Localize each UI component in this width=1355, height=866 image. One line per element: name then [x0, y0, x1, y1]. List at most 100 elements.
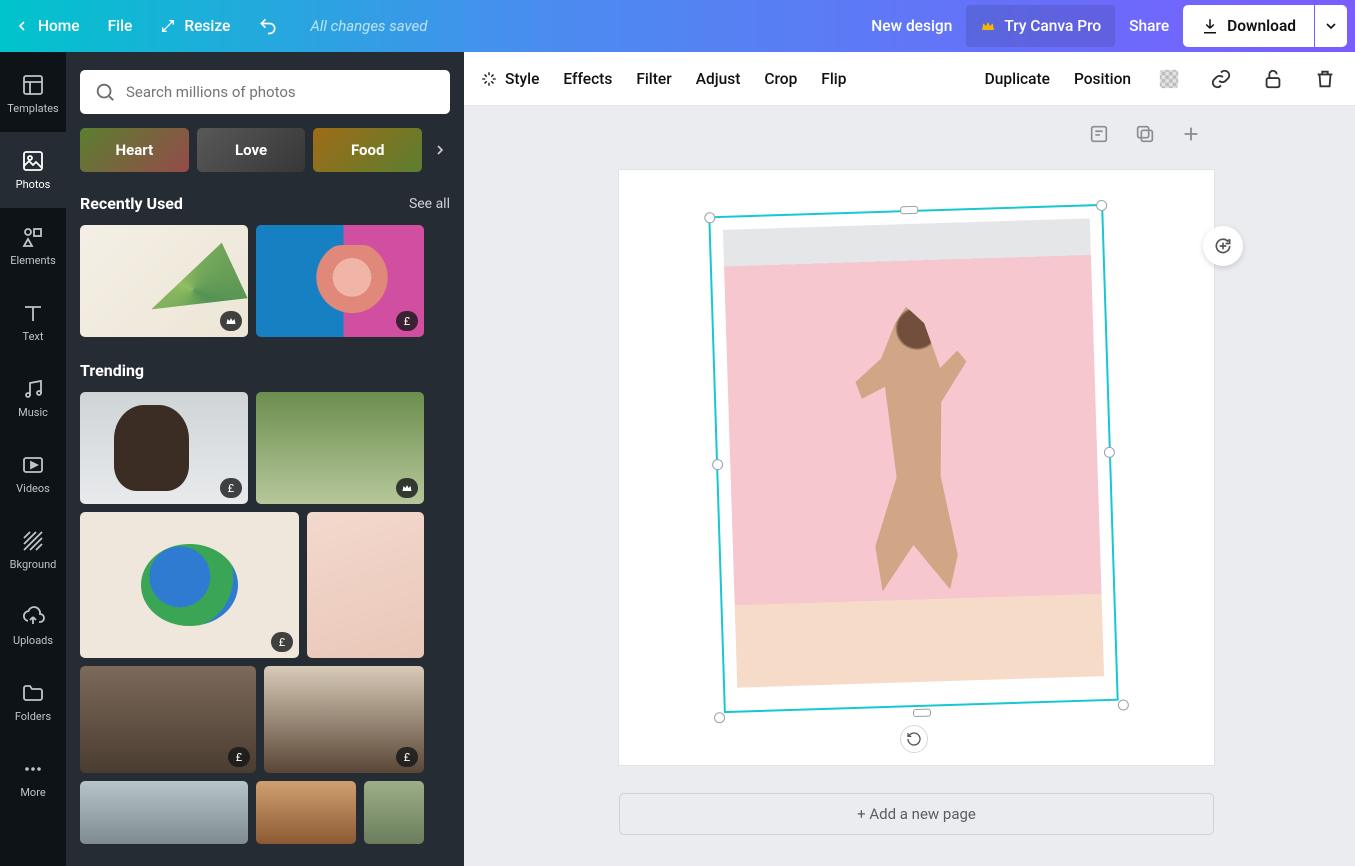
resize-handle-tl[interactable] — [704, 212, 715, 223]
try-pro-button[interactable]: Try Canva Pro — [966, 5, 1115, 47]
resize-handle-mt[interactable] — [900, 206, 918, 215]
premium-badge — [396, 478, 418, 498]
adjust-button[interactable]: Adjust — [696, 70, 741, 88]
effects-button[interactable]: Effects — [563, 70, 612, 88]
sidebar-item-elements[interactable]: Elements — [0, 208, 66, 284]
chevron-down-icon — [1323, 18, 1339, 34]
page-add-button[interactable] — [1177, 120, 1205, 148]
home-button[interactable]: Home — [0, 5, 94, 47]
category-pill-food[interactable]: Food — [313, 128, 422, 172]
quick-crop-button[interactable] — [1203, 226, 1243, 266]
sidebar-item-bkground[interactable]: Bkground — [0, 512, 66, 588]
duplicate-button[interactable]: Duplicate — [985, 70, 1050, 88]
more-icon — [21, 757, 45, 781]
file-menu[interactable]: File — [94, 5, 147, 47]
page-duplicate-button[interactable] — [1131, 120, 1159, 148]
templates-icon — [21, 73, 45, 97]
premium-badge — [220, 311, 242, 331]
selection-box — [708, 204, 1118, 713]
trending-photo-thumb[interactable] — [80, 781, 248, 844]
sidebar-item-folders[interactable]: Folders — [0, 664, 66, 740]
sidebar-item-uploads[interactable]: Uploads — [0, 588, 66, 664]
undo-button[interactable] — [244, 5, 292, 47]
trending-photo-thumb[interactable] — [307, 512, 424, 658]
resize-icon — [160, 18, 176, 34]
trending-photo-thumb[interactable] — [364, 781, 424, 844]
videos-icon — [21, 453, 45, 477]
elements-icon — [21, 225, 45, 249]
crown-icon — [980, 18, 996, 34]
folders-icon — [21, 681, 45, 705]
lock-button[interactable] — [1259, 65, 1287, 93]
trash-icon — [1314, 68, 1336, 90]
resize-handle-mr[interactable] — [1104, 446, 1115, 457]
copy-icon — [1134, 123, 1156, 145]
trending-photo-thumb[interactable]: £ — [80, 392, 248, 504]
photos-panel: Heart Love Food Recently Used See all £ … — [66, 52, 464, 866]
crop-button[interactable]: Crop — [764, 70, 797, 88]
paid-badge: £ — [396, 747, 418, 767]
refresh-icon — [1213, 236, 1233, 256]
trending-photo-thumb[interactable]: £ — [264, 666, 424, 773]
recent-heading: Recently Used — [80, 194, 183, 213]
paid-badge: £ — [271, 632, 293, 652]
search-icon — [94, 81, 116, 103]
link-button[interactable] — [1207, 65, 1235, 93]
category-pill-heart[interactable]: Heart — [80, 128, 189, 172]
trending-photo-thumb[interactable]: £ — [80, 512, 299, 658]
context-toolbar: Style Effects Filter Adjust Crop Flip Du… — [464, 52, 1355, 106]
paid-badge: £ — [396, 311, 418, 331]
uploads-icon — [21, 605, 45, 629]
delete-button[interactable] — [1311, 65, 1339, 93]
category-pill-love[interactable]: Love — [197, 128, 306, 172]
page-notes-button[interactable] — [1085, 120, 1113, 148]
filter-button[interactable]: Filter — [636, 70, 671, 88]
add-page-button[interactable]: + Add a new page — [619, 793, 1214, 835]
recent-photo-thumb[interactable] — [80, 225, 248, 337]
recent-photo-thumb[interactable]: £ — [256, 225, 424, 337]
trending-heading: Trending — [80, 361, 144, 380]
resize-handle-ml[interactable] — [712, 458, 723, 469]
resize-handle-tr[interactable] — [1096, 200, 1107, 211]
selected-element[interactable] — [716, 210, 1111, 707]
see-all-link[interactable]: See all — [409, 196, 450, 212]
lock-open-icon — [1262, 68, 1284, 90]
download-button[interactable]: Download — [1183, 5, 1314, 47]
resize-menu[interactable]: Resize — [146, 5, 244, 47]
new-design-button[interactable]: New design — [857, 5, 966, 47]
style-button[interactable]: Style — [480, 70, 539, 88]
share-button[interactable]: Share — [1115, 5, 1183, 47]
sidebar-item-templates[interactable]: Templates — [0, 56, 66, 132]
undo-icon — [258, 16, 278, 36]
save-status: All changes saved — [310, 17, 427, 35]
trending-photo-thumb[interactable] — [256, 781, 356, 844]
transparency-button[interactable] — [1155, 65, 1183, 93]
resize-handle-mb[interactable] — [912, 709, 930, 718]
paid-badge: £ — [228, 747, 250, 767]
canvas-stage[interactable]: + Add a new page — [464, 106, 1355, 866]
transparency-icon — [1158, 68, 1180, 90]
sidebar-item-videos[interactable]: Videos — [0, 436, 66, 512]
sidebar-item-photos[interactable]: Photos — [0, 132, 66, 208]
search-input[interactable] — [126, 83, 436, 101]
trending-photo-thumb[interactable] — [256, 392, 424, 504]
sidebar-item-text[interactable]: Text — [0, 284, 66, 360]
plus-icon — [1180, 123, 1202, 145]
sidebar-item-more[interactable]: More — [0, 740, 66, 816]
search-input-wrapper[interactable] — [80, 70, 450, 114]
download-icon — [1201, 17, 1219, 35]
notes-icon — [1088, 123, 1110, 145]
flip-button[interactable]: Flip — [821, 70, 846, 88]
link-icon — [1210, 68, 1232, 90]
background-icon — [21, 529, 45, 553]
category-next-button[interactable] — [430, 142, 450, 158]
trending-photo-thumb[interactable]: £ — [80, 666, 256, 773]
rotate-handle[interactable] — [900, 725, 928, 753]
text-icon — [21, 301, 45, 325]
sidebar-item-music[interactable]: Music — [0, 360, 66, 436]
download-options-button[interactable] — [1315, 5, 1347, 47]
chevron-left-icon — [14, 18, 30, 34]
position-button[interactable]: Position — [1074, 70, 1131, 88]
photos-icon — [21, 149, 45, 173]
top-bar: Home File Resize All changes saved New d… — [0, 0, 1355, 52]
